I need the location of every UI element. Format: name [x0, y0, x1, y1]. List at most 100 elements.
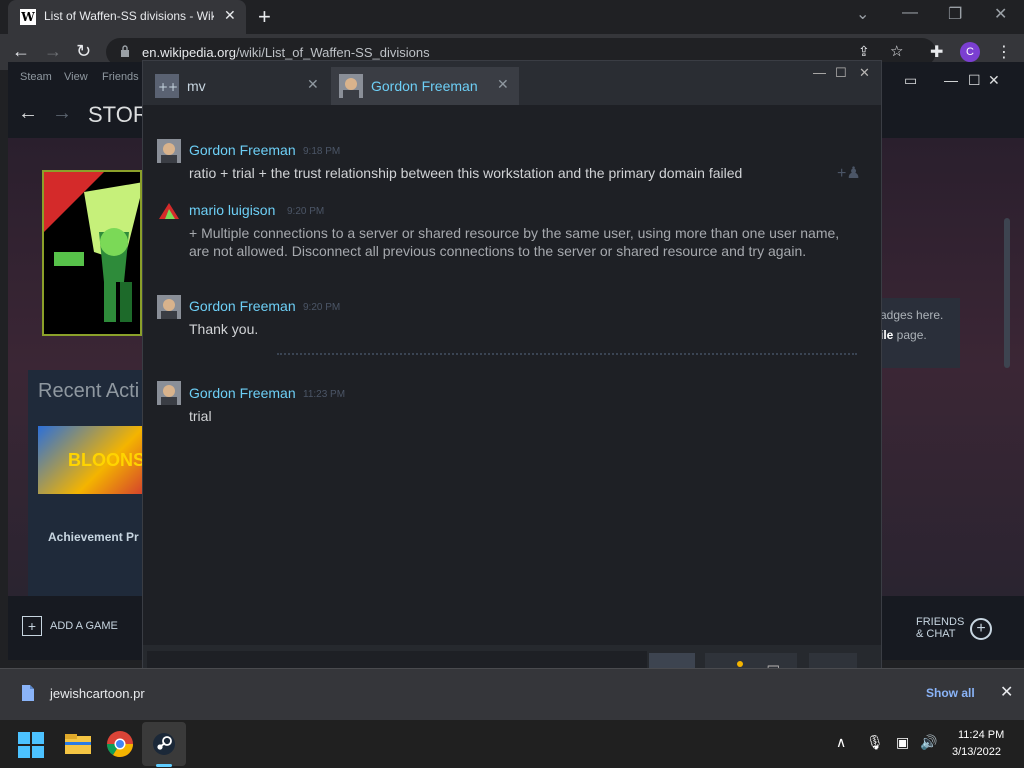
- taskbar-date[interactable]: 3/13/2022: [952, 746, 1001, 758]
- profile-link[interactable]: ile: [880, 328, 893, 342]
- url-text: en.wikipedia.org/wiki/List_of_Waffen-SS_…: [142, 45, 430, 60]
- profile-avatar[interactable]: C: [960, 42, 980, 62]
- microphone-tray-icon[interactable]: 🎙: [866, 734, 884, 751]
- windows-start-icon[interactable]: [18, 732, 44, 758]
- steam-chat-window: ++ mv ✕ Gordon Freeman ✕ — ☐ ✕ +♟ Gordon…: [142, 60, 882, 708]
- tab-search-icon[interactable]: ⌄: [856, 4, 869, 24]
- message-timestamp: 9:18 PM: [303, 146, 341, 157]
- steam-icon: [153, 733, 175, 755]
- recent-activity-title: Recent Acti: [38, 380, 140, 402]
- windows-taskbar: ∧ 🎙 ▣ 🔊 11:24 PM 3/13/2022: [0, 720, 1024, 768]
- minimize-icon[interactable]: —: [902, 4, 918, 22]
- chat-tab-mv-label: mv: [187, 78, 206, 94]
- message-timestamp: 9:20 PM: [303, 302, 341, 313]
- steam-forward-icon[interactable]: →: [52, 102, 72, 125]
- chat-tab-mv[interactable]: ++ mv ✕: [147, 67, 329, 105]
- show-all-downloads-link[interactable]: Show all: [926, 686, 975, 700]
- new-tab-button[interactable]: +: [258, 4, 271, 30]
- message-timestamp: 11:23 PM: [303, 389, 346, 400]
- chat-message-list: +♟ Gordon Freeman 9:18 PM ratio + trial …: [143, 105, 881, 645]
- message-text: + Multiple connections to a server or sh…: [189, 225, 840, 259]
- badges-text-page: page.: [893, 328, 927, 342]
- browser-tab-title: List of Waffen-SS divisions - Wiki: [44, 9, 214, 23]
- gordon-freeman-avatar[interactable]: [157, 139, 181, 163]
- volume-icon[interactable]: 🔊: [920, 734, 937, 751]
- download-shelf: jewishcartoon.pr Show all ✕: [0, 668, 1024, 720]
- wikipedia-favicon-icon: W: [20, 9, 36, 25]
- recent-activity-panel: Recent Acti BLOONS Achievement Pr: [28, 370, 148, 596]
- friends-chat-line2: & CHAT: [916, 628, 956, 640]
- gordon-freeman-avatar[interactable]: [157, 295, 181, 319]
- friends-chat-button[interactable]: FRIENDS & CHAT: [916, 616, 964, 640]
- chat-tab-gordon-label: Gordon Freeman: [371, 78, 478, 94]
- bloons-game-thumbnail[interactable]: BLOONS: [38, 426, 148, 494]
- mario-luigison-avatar[interactable]: [157, 199, 181, 223]
- badges-text-line2: ile page.: [880, 328, 927, 342]
- message-sender[interactable]: Gordon Freeman: [189, 298, 296, 314]
- download-shelf-close-icon[interactable]: ✕: [1000, 682, 1013, 702]
- new-messages-divider: [277, 353, 857, 355]
- close-window-icon[interactable]: ✕: [994, 4, 1007, 24]
- badges-text-line1: adges here.: [880, 308, 944, 322]
- tray-overflow-icon[interactable]: ∧: [836, 734, 846, 751]
- download-file-name[interactable]: jewishcartoon.pr: [50, 686, 145, 701]
- badges-panel: adges here. ile page.: [880, 298, 960, 368]
- friends-chat-line1: FRIENDS: [916, 616, 965, 628]
- peridot-character-image: [44, 172, 140, 322]
- chat-close-icon[interactable]: ✕: [859, 65, 870, 81]
- message-text: ratio + trial + the trust relationship b…: [189, 165, 743, 181]
- steam-taskbar-button[interactable]: [142, 722, 186, 766]
- share-icon[interactable]: ⇪: [858, 43, 870, 60]
- steam-maximize-icon[interactable]: ☐: [968, 72, 981, 89]
- lock-icon: [121, 45, 129, 57]
- steam-store-tab[interactable]: STOR: [88, 102, 149, 128]
- message-timestamp: 9:20 PM: [287, 206, 325, 217]
- achievement-progress-label: Achievement Pr: [48, 530, 139, 544]
- back-arrow-icon[interactable]: ←: [12, 41, 30, 62]
- file-icon: [22, 685, 34, 701]
- message-text: Thank you.: [189, 321, 259, 337]
- browser-tab-bar: W List of Waffen-SS divisions - Wiki ✕ +…: [0, 0, 1024, 34]
- chat-tab-mv-close-icon[interactable]: ✕: [307, 76, 319, 93]
- svg-text:++: ++: [158, 80, 178, 94]
- emoji-notification-dot: [737, 661, 743, 667]
- add-friend-icon[interactable]: +: [970, 618, 992, 640]
- game-thumb-logo-text: BLOONS: [68, 450, 146, 470]
- tab-close-icon[interactable]: ✕: [224, 7, 236, 24]
- chat-maximize-icon[interactable]: ☐: [835, 65, 847, 81]
- message-sender[interactable]: mario luigison: [189, 202, 275, 218]
- steam-bigpicture-icon[interactable]: ▭: [904, 72, 917, 89]
- add-plus-icon: +: [22, 616, 42, 636]
- chat-tab-gordon-freeman[interactable]: Gordon Freeman ✕: [331, 67, 519, 105]
- message-sender[interactable]: Gordon Freeman: [189, 142, 296, 158]
- add-game-label: ADD A GAME: [50, 619, 118, 632]
- reload-icon[interactable]: ↻: [76, 41, 91, 62]
- url-path: /wiki/List_of_Waffen-SS_divisions: [235, 45, 430, 60]
- profile-avatar-image: [42, 170, 142, 336]
- restore-icon[interactable]: ❐: [948, 4, 962, 24]
- chat-minimize-icon[interactable]: —: [813, 65, 826, 80]
- chat-tab-bar: ++ mv ✕ Gordon Freeman ✕ — ☐ ✕: [143, 61, 881, 105]
- message-sender[interactable]: Gordon Freeman: [189, 385, 296, 401]
- network-icon[interactable]: ▣: [896, 734, 909, 751]
- chrome-icon[interactable]: [104, 728, 136, 760]
- active-app-indicator: [156, 764, 172, 767]
- add-a-game-button[interactable]: + ADD A GAME: [22, 616, 118, 636]
- steam-back-icon[interactable]: ←: [18, 102, 38, 125]
- chat-window-controls: — ☐ ✕: [803, 61, 883, 91]
- file-explorer-icon[interactable]: [62, 728, 94, 760]
- gordon-freeman-avatar[interactable]: [157, 381, 181, 405]
- forward-arrow-icon[interactable]: →: [44, 41, 62, 62]
- taskbar-time[interactable]: 11:24 PM: [958, 729, 1004, 741]
- extensions-puzzle-icon[interactable]: ✚: [930, 42, 943, 62]
- steam-close-icon[interactable]: ✕: [988, 72, 1000, 89]
- mv-group-avatar: ++: [155, 74, 179, 98]
- chrome-menu-icon[interactable]: ⋮: [996, 42, 1012, 62]
- bookmark-star-icon[interactable]: ☆: [890, 42, 903, 60]
- chat-tab-gordon-close-icon[interactable]: ✕: [497, 76, 509, 93]
- steam-minimize-icon[interactable]: —: [944, 72, 958, 88]
- url-domain: en.wikipedia.org: [142, 45, 236, 60]
- browser-tab[interactable]: W List of Waffen-SS divisions - Wiki ✕: [8, 0, 246, 34]
- steam-scrollbar[interactable]: [1004, 218, 1010, 368]
- gordon-freeman-avatar: [339, 74, 363, 98]
